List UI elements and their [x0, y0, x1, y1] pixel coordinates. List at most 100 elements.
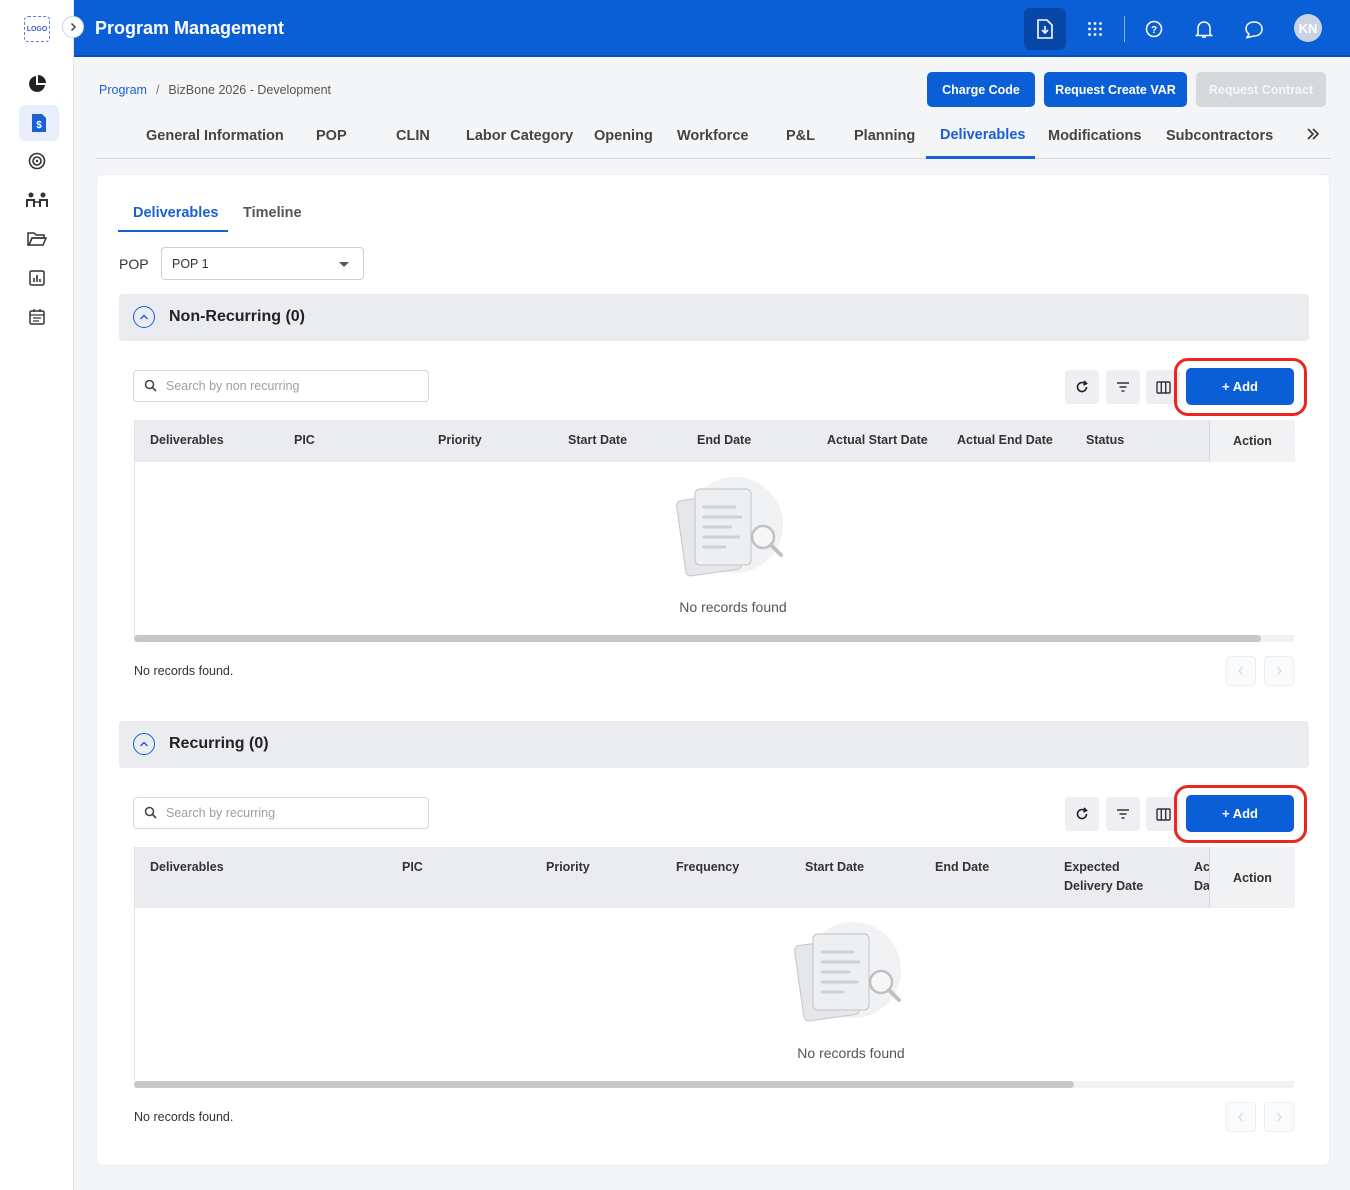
column-header[interactable]: PIC: [294, 431, 315, 450]
column-header[interactable]: Priority: [438, 431, 482, 450]
tab-clin[interactable]: CLIN: [396, 128, 430, 144]
recurring-search-input[interactable]: [166, 804, 416, 822]
column-header[interactable]: End Date: [935, 858, 989, 877]
empty-state-text: No records found: [679, 599, 787, 615]
program-tabs: General Information POP CLIN Labor Categ…: [96, 117, 1331, 159]
column-header[interactable]: Frequency: [676, 858, 739, 877]
table-header: Deliverables PIC Priority Start Date End…: [135, 420, 1295, 462]
refresh-button[interactable]: [1065, 797, 1099, 831]
columns-icon: [1155, 380, 1171, 394]
breadcrumb: Program / BizBone 2026 - Development: [99, 83, 331, 97]
previous-page-button[interactable]: [1226, 656, 1256, 686]
column-header[interactable]: PIC: [402, 858, 423, 877]
pie-chart-icon: [29, 75, 46, 92]
nav-calendar[interactable]: [26, 305, 48, 327]
user-avatar[interactable]: KN: [1294, 14, 1322, 42]
column-header[interactable]: Deliverables: [150, 431, 224, 450]
column-header[interactable]: Priority: [546, 858, 590, 877]
non-recurring-section-header[interactable]: Non-Recurring (0): [119, 294, 1309, 341]
breadcrumb-program-link[interactable]: Program: [99, 83, 147, 97]
refresh-icon: [1076, 807, 1088, 820]
folder-icon: [27, 232, 47, 246]
apps-grid-icon: [1088, 22, 1102, 36]
request-create-var-button[interactable]: Request Create VAR: [1044, 72, 1187, 107]
column-header[interactable]: Actual Start Date: [827, 431, 928, 450]
breadcrumb-separator: /: [155, 83, 160, 97]
filter-button[interactable]: [1106, 797, 1140, 831]
scrollbar-thumb[interactable]: [134, 1081, 1074, 1088]
left-rail: LOGO $: [0, 0, 84, 1190]
tab-labor-category[interactable]: Labor Category: [466, 128, 573, 144]
nav-reports[interactable]: [26, 267, 48, 289]
request-contract-button[interactable]: Request Contract: [1196, 72, 1326, 107]
column-header[interactable]: Deliverables: [150, 858, 224, 877]
action-column-header: Action: [1209, 420, 1295, 462]
tabs-scroll-right-button[interactable]: [1306, 127, 1320, 146]
filter-icon: [1117, 809, 1129, 819]
search-icon: [144, 806, 157, 819]
tab-modifications[interactable]: Modifications: [1048, 128, 1141, 144]
charge-code-button[interactable]: Charge Code: [927, 72, 1035, 107]
tab-subcontractors[interactable]: Subcontractors: [1166, 128, 1273, 144]
scrollbar-thumb[interactable]: [134, 635, 1261, 642]
column-header[interactable]: Expected Delivery Date: [1064, 858, 1164, 896]
nav-programs[interactable]: $: [19, 105, 59, 141]
expand-sidebar-button[interactable]: [62, 16, 84, 38]
recurring-search[interactable]: [133, 797, 429, 829]
non-recurring-search-input[interactable]: [166, 377, 416, 395]
tab-general-information[interactable]: General Information: [146, 128, 284, 144]
refresh-button[interactable]: [1065, 370, 1099, 404]
deliverables-card: Deliverables Timeline POP POP 1 Non-Recu…: [96, 174, 1330, 1166]
tab-workforce[interactable]: Workforce: [677, 128, 748, 144]
column-header[interactable]: End Date: [697, 431, 751, 450]
double-chevron-right-icon: [1307, 128, 1320, 140]
recurring-title: Recurring (0): [169, 735, 269, 752]
notifications-button[interactable]: [1183, 8, 1225, 50]
horizontal-scrollbar[interactable]: [134, 1081, 1294, 1088]
nav-files[interactable]: [26, 228, 48, 250]
tab-pop[interactable]: POP: [316, 128, 347, 144]
collapse-toggle[interactable]: [133, 733, 155, 755]
non-recurring-search[interactable]: [133, 370, 429, 402]
column-header[interactable]: Actual End Date: [957, 431, 1053, 450]
next-page-button[interactable]: [1264, 656, 1294, 686]
nav-team[interactable]: [26, 189, 48, 211]
column-header[interactable]: Start Date: [568, 431, 627, 450]
pop-selected-value: POP 1: [172, 257, 209, 271]
highlight-annotation: [1174, 358, 1307, 416]
column-header[interactable]: Ac Da: [1194, 858, 1210, 896]
action-column-header: Action: [1209, 847, 1295, 908]
people-icon: [26, 192, 48, 207]
column-header[interactable]: Status: [1086, 431, 1124, 450]
next-page-button[interactable]: [1264, 1102, 1294, 1132]
chevron-right-icon: [70, 22, 77, 32]
nav-goals[interactable]: [26, 150, 48, 172]
pop-select[interactable]: POP 1: [161, 247, 364, 280]
nav-dashboard[interactable]: [26, 73, 48, 95]
collapse-toggle[interactable]: [133, 306, 155, 328]
tab-planning[interactable]: Planning: [854, 128, 915, 144]
app-title: Program Management: [95, 18, 285, 38]
breadcrumb-current: BizBone 2026 - Development: [168, 83, 332, 97]
help-button[interactable]: ?: [1133, 8, 1175, 50]
caret-down-icon: [339, 262, 349, 267]
tab-pl[interactable]: P&L: [786, 128, 815, 144]
recurring-section-header[interactable]: Recurring (0): [119, 721, 1309, 768]
filter-button[interactable]: [1106, 370, 1140, 404]
tab-opening[interactable]: Opening: [594, 128, 653, 144]
top-header: Program Management ? KN: [74, 0, 1350, 57]
subtab-underline: [118, 230, 228, 232]
subtab-timeline[interactable]: Timeline: [243, 205, 302, 221]
filter-icon: [1117, 382, 1129, 392]
column-header[interactable]: Start Date: [805, 858, 864, 877]
non-recurring-title: Non-Recurring (0): [169, 308, 305, 325]
tab-deliverables[interactable]: Deliverables: [940, 127, 1025, 143]
subtab-deliverables[interactable]: Deliverables: [133, 205, 218, 221]
chat-button[interactable]: [1233, 8, 1275, 50]
records-status: No records found.: [134, 664, 234, 678]
logo: LOGO: [24, 16, 50, 42]
horizontal-scrollbar[interactable]: [134, 635, 1294, 642]
previous-page-button[interactable]: [1226, 1102, 1256, 1132]
apps-button[interactable]: [1074, 8, 1116, 50]
download-button[interactable]: [1024, 8, 1066, 50]
